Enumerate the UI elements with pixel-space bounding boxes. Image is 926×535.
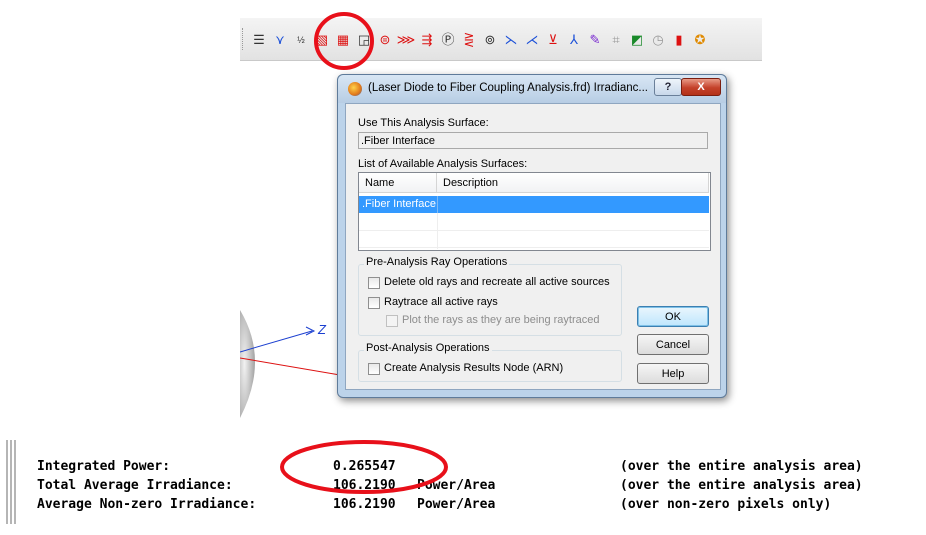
plot-rays-label: Plot the rays as they are being raytrace… bbox=[402, 314, 600, 326]
output-value-average-nonzero-irradiance: 106.2190 bbox=[333, 497, 396, 512]
titlebar-help-button[interactable]: ? bbox=[654, 78, 682, 96]
leaf-icon[interactable]: ✎ bbox=[586, 31, 604, 49]
delete-rays-checkbox[interactable] bbox=[368, 277, 380, 289]
list-item[interactable]: .Fiber Interface bbox=[359, 196, 709, 213]
available-surfaces-label: List of Available Analysis Surfaces: bbox=[358, 158, 528, 170]
ok-button[interactable]: OK bbox=[637, 306, 709, 327]
filter2-icon[interactable]: ⋌ bbox=[523, 31, 541, 49]
number-icon[interactable]: ½ bbox=[292, 31, 310, 49]
dialog-title: (Laser Diode to Fiber Coupling Analysis.… bbox=[368, 82, 648, 94]
plot-rays-checkbox bbox=[386, 315, 398, 327]
column-header-description[interactable]: Description bbox=[437, 173, 709, 193]
ray-trace-icon[interactable]: ⋙ bbox=[397, 31, 416, 49]
source-icon[interactable]: ⊜ bbox=[376, 31, 394, 49]
output-label-integrated-power: Integrated Power: bbox=[37, 459, 171, 474]
create-arn-label: Create Analysis Results Node (ARN) bbox=[384, 362, 564, 374]
value-highlight-circle bbox=[280, 440, 448, 494]
help-button[interactable]: Help bbox=[637, 363, 709, 384]
output-unit-average-nonzero-irradiance: Power/Area bbox=[417, 497, 496, 512]
ray-line bbox=[240, 357, 340, 376]
app-icon bbox=[348, 82, 362, 96]
toolbar-highlight-circle bbox=[314, 12, 374, 70]
output-label-total-average-irradiance: Total Average Irradiance: bbox=[37, 478, 233, 493]
z-axis-arrow bbox=[305, 326, 316, 336]
output-note-average-nonzero-irradiance: (over non-zero pixels only) bbox=[620, 497, 832, 512]
pre-analysis-group-title: Pre-Analysis Ray Operations bbox=[364, 256, 510, 268]
raytrace-label: Raytrace all active rays bbox=[384, 296, 498, 308]
clock-icon[interactable]: ◷ bbox=[649, 31, 667, 49]
color-palette-icon[interactable]: ◩ bbox=[628, 31, 646, 49]
use-surface-field: .Fiber Interface bbox=[358, 132, 708, 149]
sort-icon[interactable]: ⊻ bbox=[544, 31, 562, 49]
use-surface-label: Use This Analysis Surface: bbox=[358, 117, 489, 129]
display-icon[interactable]: ⊚ bbox=[481, 31, 499, 49]
dialog-titlebar[interactable]: (Laser Diode to Fiber Coupling Analysis.… bbox=[338, 75, 726, 103]
arrow-icon[interactable]: ⇶ bbox=[418, 31, 436, 49]
output-note-total-average-irradiance: (over the entire analysis area) bbox=[620, 478, 863, 493]
boxes-icon[interactable]: ▮ bbox=[670, 31, 688, 49]
list-item-name: .Fiber Interface bbox=[362, 198, 436, 210]
axes-icon[interactable]: ⅄ bbox=[565, 31, 583, 49]
list-icon[interactable]: ☰ bbox=[250, 31, 268, 49]
z-axis-label: Z bbox=[318, 322, 326, 337]
output-note-integrated-power: (over the entire analysis area) bbox=[620, 459, 863, 474]
delete-rays-label: Delete old rays and recreate all active … bbox=[384, 276, 610, 288]
close-icon[interactable]: X bbox=[681, 78, 721, 96]
post-analysis-group-title: Post-Analysis Operations bbox=[364, 342, 492, 354]
filter-icon[interactable]: ⋋ bbox=[502, 31, 520, 49]
column-header-name[interactable]: Name bbox=[359, 173, 437, 193]
dialog-client: Use This Analysis Surface: .Fiber Interf… bbox=[345, 103, 721, 390]
create-arn-checkbox[interactable] bbox=[368, 363, 380, 375]
spread-icon[interactable]: ⋛ bbox=[460, 31, 478, 49]
grid-icon[interactable]: ⌗ bbox=[607, 31, 625, 49]
ray-icon[interactable]: ⋎ bbox=[271, 31, 289, 49]
lens-shape bbox=[240, 310, 255, 418]
parameter-icon[interactable]: Ⓟ bbox=[439, 31, 457, 49]
output-margin bbox=[0, 440, 18, 524]
surfaces-list[interactable]: Name Description .Fiber Interface bbox=[358, 172, 711, 251]
output-label-average-nonzero-irradiance: Average Non-zero Irradiance: bbox=[37, 497, 257, 512]
irradiance-dialog: (Laser Diode to Fiber Coupling Analysis.… bbox=[337, 74, 727, 398]
help-icon[interactable]: ✪ bbox=[691, 31, 709, 49]
3d-view[interactable] bbox=[240, 300, 340, 420]
raytrace-checkbox[interactable] bbox=[368, 297, 380, 309]
toolbar-grip[interactable] bbox=[242, 28, 246, 50]
cancel-button[interactable]: Cancel bbox=[637, 334, 709, 355]
